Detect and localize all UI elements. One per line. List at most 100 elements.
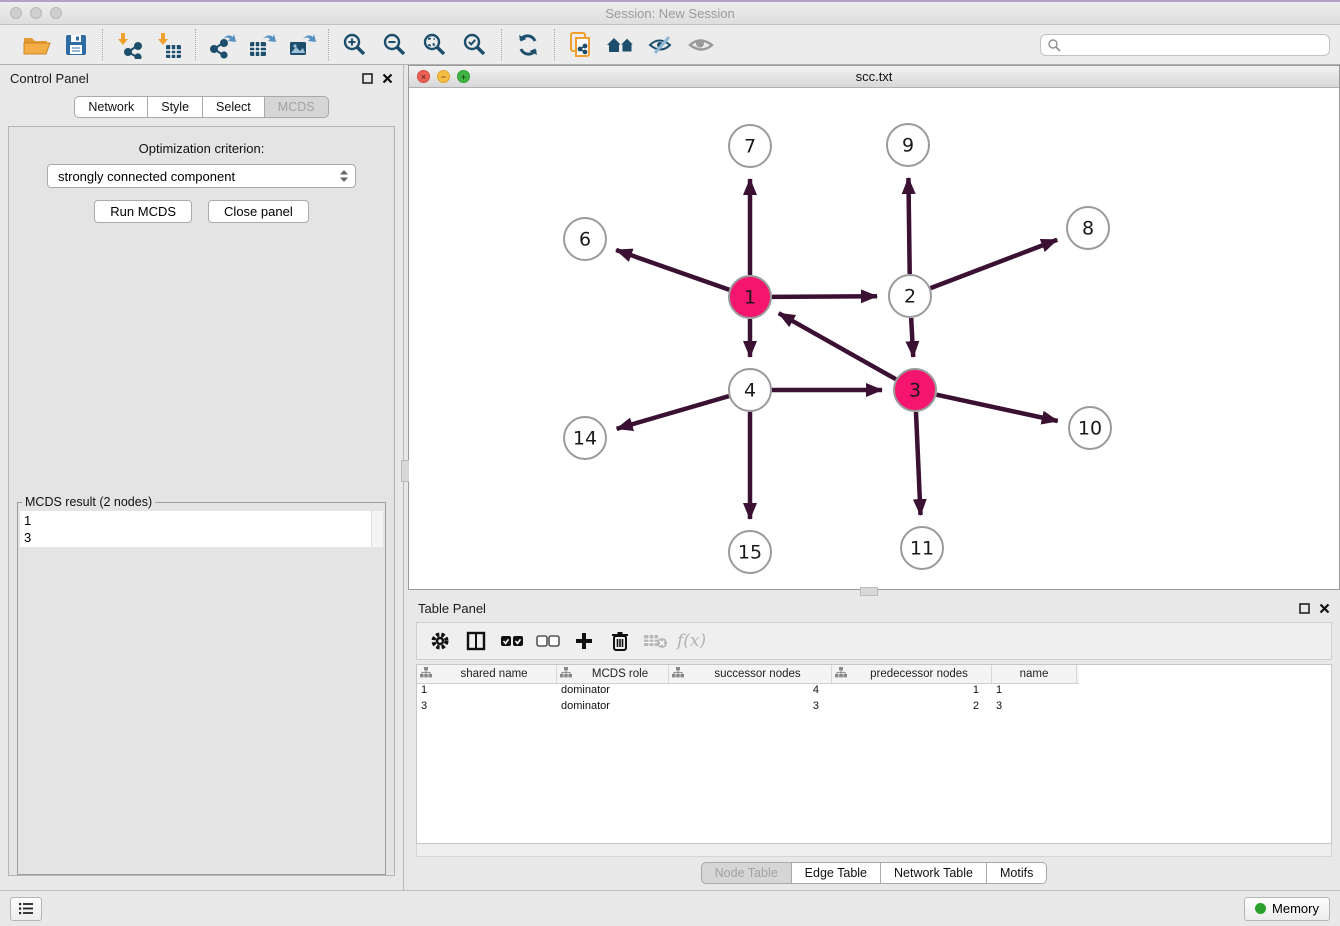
search-field[interactable] (1040, 34, 1330, 56)
memory-button[interactable]: Memory (1244, 897, 1330, 921)
cell-MCDS-role[interactable]: dominator (557, 700, 669, 716)
hierarchy-icon (835, 667, 850, 681)
zoom-selected-icon[interactable] (457, 29, 493, 61)
minimize-view-icon[interactable]: − (437, 70, 450, 83)
network-view-title: scc.txt (409, 69, 1339, 84)
hierarchy-icon (672, 667, 687, 681)
import-network-icon[interactable] (111, 29, 147, 61)
zoom-fit-icon[interactable] (417, 29, 453, 61)
tab-mcds[interactable]: MCDS (265, 96, 329, 118)
destroy-table-icon[interactable] (641, 627, 671, 655)
cell-MCDS-role[interactable]: dominator (557, 684, 669, 700)
hide-selected-icon[interactable] (643, 29, 679, 61)
column-header-name[interactable]: name (992, 665, 1077, 683)
export-table-icon[interactable] (244, 29, 280, 61)
tab-edge-table[interactable]: Edge Table (792, 862, 881, 884)
splitter-grip[interactable] (860, 587, 878, 596)
network-window-titlebar: × − + scc.txt (409, 66, 1339, 88)
run-mcds-button[interactable]: Run MCDS (94, 200, 192, 223)
table-header-row: shared nameMCDS rolesuccessor nodesprede… (417, 665, 1079, 684)
node-table[interactable]: shared nameMCDS rolesuccessor nodesprede… (416, 664, 1332, 844)
tab-network[interactable]: Network (74, 96, 148, 118)
control-panel-title: Control Panel (10, 71, 354, 86)
tab-select[interactable]: Select (203, 96, 265, 118)
float-icon[interactable] (362, 73, 373, 84)
result-item[interactable]: 3 (24, 529, 367, 546)
node-label: 14 (573, 428, 597, 450)
edge-2-8[interactable] (931, 240, 1058, 288)
column-header-shared-name[interactable]: shared name (417, 665, 557, 683)
zoom-out-icon[interactable] (377, 29, 413, 61)
edge-4-14[interactable] (617, 396, 729, 429)
export-network-icon[interactable] (204, 29, 240, 61)
export-image-icon[interactable] (284, 29, 320, 61)
zoom-view-icon[interactable]: + (457, 70, 470, 83)
horizontal-splitter[interactable] (408, 590, 1340, 595)
edge-3-1[interactable] (779, 313, 896, 379)
cell-name[interactable]: 1 (992, 684, 1077, 700)
table-row[interactable]: 1dominator411 (417, 684, 1331, 700)
node-label: 6 (579, 229, 591, 251)
edge-3-11[interactable] (916, 412, 921, 515)
result-scrollbar[interactable] (371, 511, 383, 547)
hierarchy-icon (420, 667, 435, 681)
cell-predecessor-nodes[interactable]: 2 (832, 700, 992, 716)
refresh-icon[interactable] (510, 29, 546, 61)
zoom-in-icon[interactable] (337, 29, 373, 61)
column-header-MCDS-role[interactable]: MCDS role (557, 665, 669, 683)
edge-2-9[interactable] (908, 178, 909, 274)
show-all-icon[interactable] (683, 29, 719, 61)
table-tabs: Node TableEdge TableNetwork TableMotifs (408, 857, 1340, 890)
cell-successor-nodes[interactable]: 3 (669, 700, 832, 716)
copy-network-icon[interactable] (563, 29, 599, 61)
tab-network-table[interactable]: Network Table (881, 862, 987, 884)
delete-column-icon[interactable] (605, 627, 635, 655)
add-column-icon[interactable] (569, 627, 599, 655)
import-table-icon[interactable] (151, 29, 187, 61)
edge-2-3[interactable] (911, 318, 913, 357)
mcds-result-box: MCDS result (2 nodes) 13 (17, 495, 386, 875)
cell-shared-name[interactable]: 1 (417, 684, 557, 700)
vertical-splitter[interactable] (403, 65, 408, 890)
search-icon (1047, 38, 1061, 52)
select-all-icon[interactable] (497, 627, 527, 655)
close-icon[interactable] (382, 73, 393, 84)
column-pane-icon[interactable] (461, 627, 491, 655)
float-icon[interactable] (1299, 603, 1310, 614)
close-view-icon[interactable]: × (417, 70, 430, 83)
settings-gear-icon[interactable] (425, 627, 455, 655)
table-row[interactable]: 3dominator323 (417, 700, 1331, 716)
cell-successor-nodes[interactable]: 4 (669, 684, 832, 700)
mcds-result-list[interactable]: 13 (20, 511, 371, 547)
tab-style[interactable]: Style (148, 96, 203, 118)
deselect-all-icon[interactable] (533, 627, 563, 655)
close-icon[interactable] (1319, 603, 1330, 614)
cell-name[interactable]: 3 (992, 700, 1077, 716)
cell-predecessor-nodes[interactable]: 1 (832, 684, 992, 700)
dropdown-selected-value: strongly connected component (58, 169, 339, 184)
minimize-window-icon[interactable] (30, 7, 42, 19)
optimization-criterion-select[interactable]: strongly connected component (47, 164, 356, 188)
search-input[interactable] (1065, 38, 1323, 52)
close-panel-button[interactable]: Close panel (208, 200, 309, 223)
list-icon (18, 902, 34, 915)
first-neighbors-icon[interactable] (603, 29, 639, 61)
network-canvas[interactable]: 7968124314101511 (409, 88, 1339, 589)
column-header-predecessor-nodes[interactable]: predecessor nodes (832, 665, 992, 683)
table-horizontal-scrollbar[interactable] (416, 844, 1332, 857)
save-session-icon[interactable] (58, 29, 94, 61)
result-item[interactable]: 1 (24, 512, 367, 529)
tab-motifs[interactable]: Motifs (987, 862, 1047, 884)
task-history-button[interactable] (10, 897, 42, 921)
zoom-window-icon[interactable] (50, 7, 62, 19)
edge-3-10[interactable] (936, 395, 1057, 421)
node-label: 9 (902, 135, 914, 157)
column-header-successor-nodes[interactable]: successor nodes (669, 665, 832, 683)
close-window-icon[interactable] (10, 7, 22, 19)
tab-node-table[interactable]: Node Table (701, 862, 792, 884)
edge-1-2[interactable] (772, 296, 877, 297)
function-builder-icon[interactable]: f(x) (677, 631, 706, 651)
edge-1-6[interactable] (616, 250, 729, 290)
open-session-icon[interactable] (18, 29, 54, 61)
cell-shared-name[interactable]: 3 (417, 700, 557, 716)
